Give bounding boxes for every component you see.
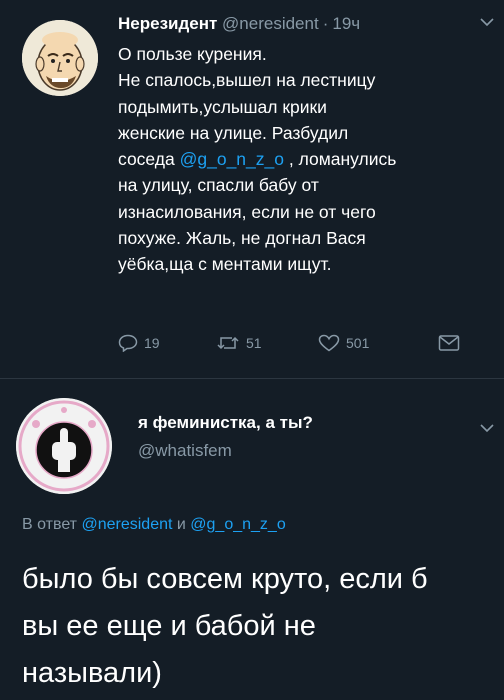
mention-link[interactable]: @g_o_n_z_o: [190, 516, 285, 533]
direct-message-button[interactable]: [438, 334, 466, 352]
feminist-badge-icon: [16, 398, 112, 494]
tweet-line: Не спалось,вышел на лестницу: [118, 70, 376, 91]
tweet-text: О пользе курения. Не спалось,вышел на ле…: [118, 41, 488, 278]
heart-icon: [318, 334, 340, 352]
reply-count: 19: [144, 335, 160, 351]
username[interactable]: @neresident: [222, 14, 319, 33]
tweet-line: было бы совсем круто, если б: [22, 563, 428, 595]
reply-conjunction: и: [176, 516, 186, 533]
like-button[interactable]: 501: [318, 334, 369, 352]
tweet-actions: 19 51 501: [118, 334, 478, 360]
original-tweet[interactable]: Нерезидент @neresident · 19ч О пользе куре…: [0, 0, 504, 380]
reply-icon: [118, 334, 138, 352]
retweet-icon: [217, 336, 239, 350]
tweet-header: Нерезидент @neresident · 19ч: [118, 14, 360, 34]
chevron-down-icon[interactable]: [480, 420, 494, 436]
tweet-text-fragment: соседа: [118, 149, 175, 170]
tweet-text: было бы совсем круто, если б вы ее еще и…: [22, 556, 492, 697]
chevron-down-icon[interactable]: [480, 14, 494, 30]
timestamp[interactable]: 19ч: [332, 14, 360, 33]
avatar[interactable]: [16, 398, 112, 494]
display-name[interactable]: я феминистка, а ты?: [138, 413, 313, 433]
reply-prefix: В ответ: [22, 516, 78, 533]
like-count: 501: [346, 335, 370, 351]
mention-link[interactable]: @g_o_n_z_o: [180, 149, 284, 169]
tweet-line: женские на улице. Разбудил: [118, 122, 349, 143]
tweet-line: называли): [22, 657, 162, 689]
display-name[interactable]: Нерезидент: [118, 14, 217, 33]
mention-link[interactable]: @neresident: [81, 516, 172, 533]
tweet-line: уёбка,ща с ментами ищут.: [118, 254, 332, 275]
username[interactable]: @whatisfem: [138, 441, 313, 461]
tweet-line: изнасилования, если не от чего: [118, 201, 376, 222]
cartoon-face-icon: [22, 20, 98, 96]
separator-dot: ·: [322, 14, 329, 33]
divider: [0, 378, 504, 379]
retweet-count: 51: [246, 335, 262, 351]
tweet-line: на улицу, спасли бабу от: [118, 175, 319, 196]
tweet-line: вы ее еще и бабой не: [22, 610, 316, 642]
tweet-line: О пользе курения.: [118, 44, 267, 64]
avatar[interactable]: [22, 20, 98, 96]
tweet-line: подымить,услышал крики: [118, 96, 327, 117]
reply-context: В ответ @neresident и @g_o_n_z_o: [22, 516, 286, 534]
tweet-line: соседа @g_o_n_z_o , ломанулись: [118, 146, 488, 172]
tweet-line: похуже. Жаль, не догнал Вася: [118, 228, 366, 249]
retweet-button[interactable]: 51: [216, 334, 262, 352]
tweet-header: я феминистка, а ты? @whatisfem: [138, 413, 313, 461]
tweet-text-fragment: , ломанулись: [288, 149, 397, 170]
reply-button[interactable]: 19: [118, 334, 160, 352]
envelope-icon: [438, 335, 460, 351]
